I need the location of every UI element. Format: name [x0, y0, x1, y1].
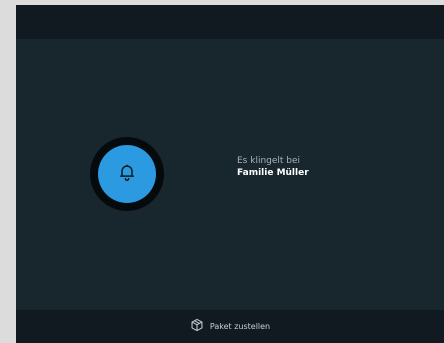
deliver-package-button[interactable]: Paket zustellen — [16, 310, 444, 343]
deliver-package-label: Paket zustellen — [209, 322, 271, 331]
ring-message: Es klingelt bei Familie Müller — [237, 155, 309, 179]
package-icon — [190, 317, 204, 336]
ring-message-intro: Es klingelt bei — [237, 156, 301, 166]
ring-bell-button[interactable] — [90, 137, 164, 211]
doorbell-screen: Es klingelt bei Familie Müller Paket zus… — [16, 5, 444, 343]
top-bar — [16, 5, 444, 39]
bell-icon — [117, 162, 137, 186]
ring-message-name: Familie Müller — [237, 168, 309, 178]
bell-button-face — [98, 145, 156, 203]
